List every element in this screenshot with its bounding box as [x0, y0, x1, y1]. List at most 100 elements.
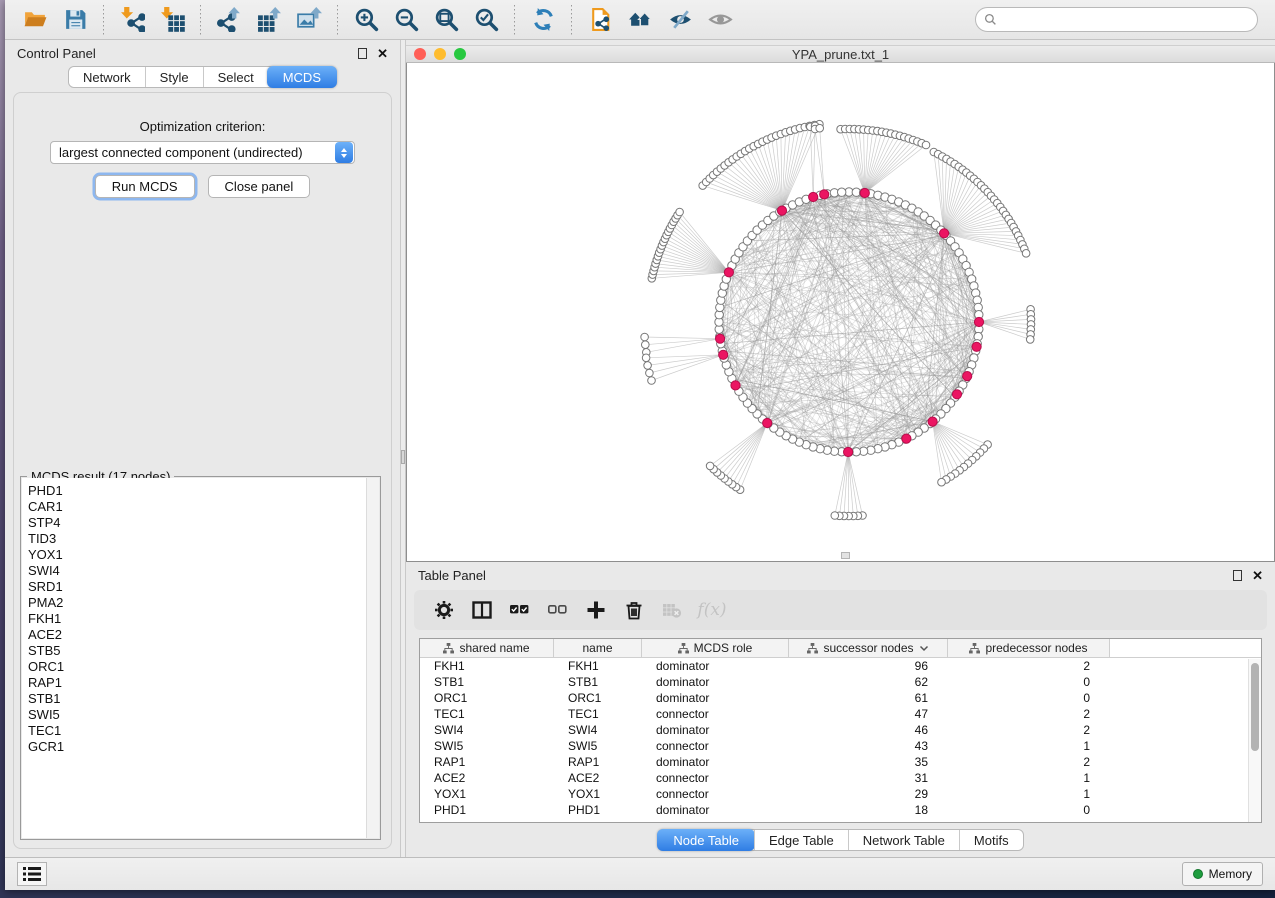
mcds-result-item[interactable]: YOX1: [28, 547, 379, 563]
memory-button[interactable]: Memory: [1182, 862, 1263, 886]
mcds-result-item[interactable]: STB5: [28, 643, 379, 659]
column-header-shared-name[interactable]: shared name: [420, 639, 554, 657]
mcds-result-item[interactable]: TEC1: [28, 723, 379, 739]
cell-name: SWI5: [554, 738, 642, 754]
column-header-name[interactable]: name: [554, 639, 642, 657]
optimization-criterion-dropdown[interactable]: largest connected component (undirected): [50, 141, 355, 164]
zoom-selected-button[interactable]: [469, 4, 503, 36]
zoom-fit-button[interactable]: [429, 4, 463, 36]
table-row[interactable]: ACE2ACE2connector311: [420, 770, 1261, 786]
close-table-panel-icon[interactable]: ✕: [1252, 569, 1263, 582]
column-header-successor-nodes[interactable]: successor nodes: [789, 639, 948, 657]
mcds-result-item[interactable]: SWI5: [28, 707, 379, 723]
cell-mcds-role: dominator: [642, 802, 789, 818]
cell-mcds-role: connector: [642, 738, 789, 754]
zoom-in-button[interactable]: [349, 4, 383, 36]
tab-mcds[interactable]: MCDS: [267, 66, 337, 88]
cell-predecessor-nodes: 2: [948, 754, 1110, 770]
mcds-result-item[interactable]: SWI4: [28, 563, 379, 579]
table-row[interactable]: TEC1TEC1connector472: [420, 706, 1261, 722]
zoom-out-button[interactable]: [389, 4, 423, 36]
table-row[interactable]: STB1STB1dominator620: [420, 674, 1261, 690]
table-row[interactable]: ORC1ORC1dominator610: [420, 690, 1261, 706]
export-network-button[interactable]: [212, 4, 246, 36]
add-entry-icon: [586, 600, 606, 620]
table-row[interactable]: RAP1RAP1dominator352: [420, 754, 1261, 770]
mcds-result-group: MCDS result (17 nodes) PHD1CAR1STP4TID3Y…: [20, 476, 381, 840]
mcds-result-list[interactable]: PHD1CAR1STP4TID3YOX1SWI4SRD1PMA2FKH1ACE2…: [22, 478, 379, 838]
cell-predecessor-nodes: 2: [948, 658, 1110, 674]
table-settings-button[interactable]: [426, 593, 462, 627]
node-table[interactable]: shared namenameMCDS rolesuccessor nodesp…: [419, 638, 1262, 823]
column-header-predecessor-nodes[interactable]: predecessor nodes: [948, 639, 1110, 657]
show-all-button[interactable]: [703, 4, 737, 36]
tab-network-table[interactable]: Network Table: [848, 830, 959, 850]
import-table-button[interactable]: [155, 4, 189, 36]
tab-style[interactable]: Style: [145, 67, 203, 87]
mcds-result-item[interactable]: STP4: [28, 515, 379, 531]
table-row[interactable]: SWI4SWI4dominator462: [420, 722, 1261, 738]
mcds-result-item[interactable]: PMA2: [28, 595, 379, 611]
mcds-result-item[interactable]: RAP1: [28, 675, 379, 691]
tab-select[interactable]: Select: [203, 67, 268, 87]
table-row[interactable]: PHD1PHD1dominator180: [420, 802, 1261, 818]
delete-entry-button[interactable]: [616, 593, 652, 627]
float-panel-icon[interactable]: [358, 48, 367, 59]
search-input[interactable]: [1002, 13, 1249, 27]
task-history-button[interactable]: [17, 862, 47, 886]
splitter-grip[interactable]: [401, 450, 405, 464]
import-network-button[interactable]: [115, 4, 149, 36]
tab-network[interactable]: Network: [69, 67, 145, 87]
new-network-from-selection-button[interactable]: [583, 4, 617, 36]
delete-entry-icon: [624, 600, 644, 620]
cell-name: ACE2: [554, 770, 642, 786]
mcds-result-item[interactable]: FKH1: [28, 611, 379, 627]
mcds-result-item[interactable]: TID3: [28, 531, 379, 547]
first-neighbors-button[interactable]: [623, 4, 657, 36]
cell-mcds-role: dominator: [642, 690, 789, 706]
mcds-result-item[interactable]: STB1: [28, 691, 379, 707]
delete-table-button[interactable]: [654, 593, 690, 627]
mcds-result-item[interactable]: ACE2: [28, 627, 379, 643]
deselect-all-button[interactable]: [540, 593, 576, 627]
toolbar-separator: [514, 5, 515, 35]
table-scrollbar[interactable]: [1248, 659, 1261, 822]
export-table-button[interactable]: [252, 4, 286, 36]
add-entry-button[interactable]: [578, 593, 614, 627]
column-header-mcds-role[interactable]: MCDS role: [642, 639, 789, 657]
table-row[interactable]: YOX1YOX1connector291: [420, 786, 1261, 802]
mcds-result-item[interactable]: CAR1: [28, 499, 379, 515]
mcds-result-item[interactable]: GCR1: [28, 739, 379, 755]
close-panel-button[interactable]: Close panel: [208, 175, 311, 198]
refresh-button[interactable]: [526, 4, 560, 36]
split-panel-button[interactable]: [464, 593, 500, 627]
search-box[interactable]: [975, 7, 1258, 32]
node-table-body: FKH1FKH1dominator962STB1STB1dominator620…: [420, 658, 1261, 818]
tab-edge-table[interactable]: Edge Table: [754, 830, 848, 850]
table-row[interactable]: SWI5SWI5connector431: [420, 738, 1261, 754]
show-all-icon: [708, 7, 733, 32]
mcds-result-item[interactable]: PHD1: [28, 483, 379, 499]
select-all-button[interactable]: [502, 593, 538, 627]
hide-selected-button[interactable]: [663, 4, 697, 36]
table-row[interactable]: FKH1FKH1dominator962: [420, 658, 1261, 674]
mcds-result-item[interactable]: ORC1: [28, 659, 379, 675]
tab-motifs[interactable]: Motifs: [959, 830, 1023, 850]
network-graph[interactable]: [407, 63, 1274, 560]
tab-node-table[interactable]: Node Table: [657, 829, 755, 851]
dropdown-stepper-icon: [335, 142, 353, 163]
save-session-button[interactable]: [58, 4, 92, 36]
export-image-button[interactable]: [292, 4, 326, 36]
function-builder-button[interactable]: f(x): [692, 593, 728, 627]
open-file-button[interactable]: [18, 4, 52, 36]
float-table-panel-icon[interactable]: [1233, 570, 1242, 581]
canvas-splitter-grip[interactable]: [841, 552, 850, 559]
mcds-result-item[interactable]: SRD1: [28, 579, 379, 595]
control-panel-title: Control Panel: [17, 46, 96, 61]
mcds-list-scrollbar[interactable]: [366, 478, 379, 838]
table-scrollbar-thumb[interactable]: [1251, 663, 1259, 751]
run-mcds-button[interactable]: Run MCDS: [95, 175, 195, 198]
network-canvas[interactable]: [406, 63, 1275, 562]
close-panel-icon[interactable]: ✕: [377, 47, 388, 60]
cell-predecessor-nodes: 2: [948, 722, 1110, 738]
